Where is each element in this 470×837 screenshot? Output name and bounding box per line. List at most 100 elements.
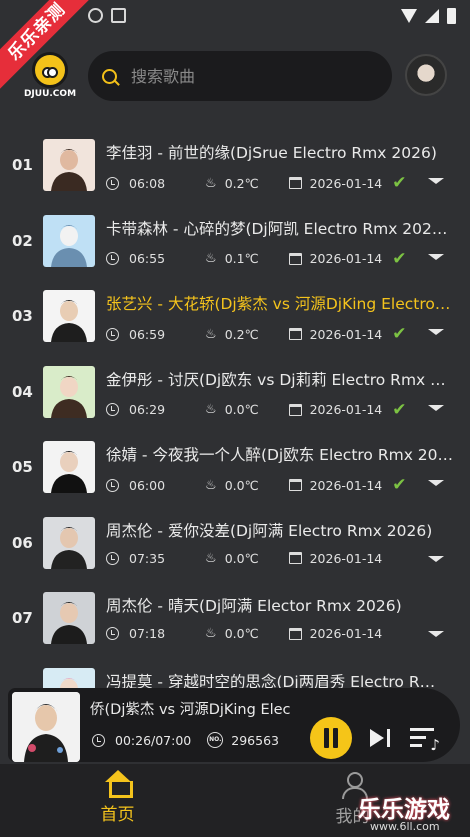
song-index: 02 <box>12 231 33 250</box>
calendar-icon <box>288 252 302 265</box>
song-duration: 07:18 <box>129 626 166 641</box>
song-date: 2026-01-14 <box>309 626 383 641</box>
mini-player[interactable]: 侨(Dj紫杰 vs 河源DjKing Elec 00:26/07:00 NO. … <box>8 688 460 762</box>
search-bar[interactable] <box>88 51 392 101</box>
song-title[interactable]: 李佳羽 - 前世的缘(DjSrue Electro Rmx 2026) <box>106 141 454 163</box>
song-date: 2026-01-14 <box>309 326 383 342</box>
clock-icon <box>106 403 119 416</box>
playlist-button[interactable] <box>410 728 440 754</box>
song-index: 07 <box>12 609 33 627</box>
flame-icon: ♨ <box>205 626 217 641</box>
clock-icon <box>92 733 105 747</box>
song-index: 04 <box>12 382 33 401</box>
chevron-down-icon[interactable] <box>428 329 444 335</box>
song-duration: 06:59 <box>129 326 166 342</box>
song-row[interactable]: 05 徐婧 - 今夜我一个人醉(Dj欧东 Electro Rmx 20… 06:… <box>0 430 470 506</box>
app-logo[interactable]: DJUU.COM <box>22 52 78 100</box>
player-play-count: 296563 <box>231 732 279 748</box>
song-duration: 06:00 <box>129 477 166 493</box>
check-icon: ✔ <box>392 475 407 495</box>
user-avatar[interactable] <box>405 54 447 96</box>
calendar-icon <box>288 328 302 340</box>
at-icon <box>88 8 103 23</box>
clock-icon <box>106 551 119 565</box>
chevron-down-icon[interactable] <box>428 404 444 411</box>
song-index: 01 <box>12 156 33 174</box>
song-row[interactable]: 04 金伊彤 - 讨厌(Dj欧东 vs Dj莉莉 Electro Rmx 2… … <box>0 355 470 431</box>
song-title[interactable]: 周杰伦 - 爱你没差(Dj阿满 Electro Rmx 2026) <box>106 519 454 541</box>
song-cover[interactable] <box>43 592 95 644</box>
clock-icon <box>106 327 119 341</box>
song-title[interactable]: 金伊彤 - 讨厌(Dj欧东 vs Dj莉莉 Electro Rmx 2… <box>106 368 454 390</box>
song-row[interactable]: 02 卡带森林 - 心碎的梦(Dj阿凯 Electro Rmx 202… 06:… <box>0 204 470 280</box>
song-title[interactable]: 张艺兴 - 大花轿(Dj紫杰 vs 河源DjKing Electro… <box>106 292 454 314</box>
clock-icon <box>106 176 119 190</box>
song-duration: 07:35 <box>129 550 166 566</box>
tab-home[interactable]: 首页 <box>0 764 235 837</box>
home-icon <box>104 770 133 798</box>
chevron-down-icon[interactable] <box>428 178 444 184</box>
chevron-down-icon[interactable] <box>428 555 444 562</box>
song-heat: 0.0℃ <box>224 626 259 641</box>
song-date: 2026-01-14 <box>309 402 383 417</box>
song-heat: 0.0℃ <box>224 477 259 493</box>
battery-icon <box>447 8 456 24</box>
song-duration: 06:29 <box>129 402 166 417</box>
watermark-text: 乐乐游戏 <box>358 797 450 823</box>
song-row[interactable]: 06 周杰伦 - 爱你没差(Dj阿满 Electro Rmx 2026) 07:… <box>0 506 470 582</box>
chevron-down-icon[interactable] <box>428 631 444 637</box>
song-title[interactable]: 徐婧 - 今夜我一个人醉(Dj欧东 Electro Rmx 20… <box>106 443 454 465</box>
pause-button[interactable] <box>310 717 352 759</box>
song-row[interactable]: 07 周杰伦 - 晴天(Dj阿满 Elector Rmx 2026) 07:18… <box>0 581 470 657</box>
song-index: 06 <box>12 533 33 552</box>
song-cover[interactable] <box>43 214 95 267</box>
clock-icon <box>106 478 119 492</box>
player-time: 00:26/07:00 <box>115 732 192 748</box>
no-badge-icon: NO. <box>207 732 224 748</box>
logo-face-icon <box>32 52 68 88</box>
song-row[interactable]: 03 张艺兴 - 大花轿(Dj紫杰 vs 河源DjKing Electro… 0… <box>0 279 470 355</box>
flame-icon: ♨ <box>205 175 217 191</box>
chevron-down-icon[interactable] <box>428 253 444 260</box>
calendar-icon <box>288 177 302 189</box>
flame-icon: ♨ <box>205 402 217 417</box>
song-title[interactable]: 周杰伦 - 晴天(Dj阿满 Elector Rmx 2026) <box>106 594 454 616</box>
next-track-bar[interactable] <box>387 729 390 747</box>
flame-icon: ♨ <box>205 326 217 342</box>
check-icon: ✔ <box>392 324 407 344</box>
check-icon: ✔ <box>392 248 407 269</box>
song-index: 03 <box>12 307 33 325</box>
song-heat: 0.1℃ <box>224 251 259 266</box>
song-heat: 0.2℃ <box>224 326 259 342</box>
song-cover[interactable] <box>43 139 95 191</box>
song-duration: 06:08 <box>129 175 166 191</box>
clock-icon <box>106 252 119 265</box>
song-list: 01 李佳羽 - 前世的缘(DjSrue Electro Rmx 2026) 0… <box>0 128 470 732</box>
song-title[interactable]: 卡带森林 - 心碎的梦(Dj阿凯 Electro Rmx 202… <box>106 217 454 239</box>
song-date: 2026-01-14 <box>309 251 383 266</box>
song-date: 2026-01-14 <box>309 477 383 493</box>
song-cover[interactable] <box>43 516 95 569</box>
calendar-icon <box>288 403 302 416</box>
search-input[interactable] <box>131 66 361 86</box>
calendar-icon <box>288 627 302 640</box>
song-heat: 0.0℃ <box>224 402 259 417</box>
flame-icon: ♨ <box>205 550 217 566</box>
player-title: 侨(Dj紫杰 vs 河源DjKing Elec <box>90 702 291 718</box>
song-index: 05 <box>12 458 33 476</box>
next-track-icon[interactable] <box>370 729 384 747</box>
song-row[interactable]: 01 李佳羽 - 前世的缘(DjSrue Electro Rmx 2026) 0… <box>0 128 470 204</box>
song-cover[interactable] <box>43 290 95 342</box>
chevron-down-icon[interactable] <box>428 480 444 486</box>
song-cover[interactable] <box>43 365 95 418</box>
song-date: 2026-01-14 <box>309 550 383 566</box>
search-icon <box>102 68 117 84</box>
check-icon: ✔ <box>392 173 407 193</box>
wifi-icon <box>401 9 417 23</box>
logo-text: DJUU.COM <box>23 89 77 99</box>
player-cover[interactable] <box>12 692 80 762</box>
song-cover[interactable] <box>43 441 95 493</box>
signal-icon <box>425 9 439 23</box>
song-date: 2026-01-14 <box>309 175 383 191</box>
song-heat: 0.2℃ <box>224 175 259 191</box>
